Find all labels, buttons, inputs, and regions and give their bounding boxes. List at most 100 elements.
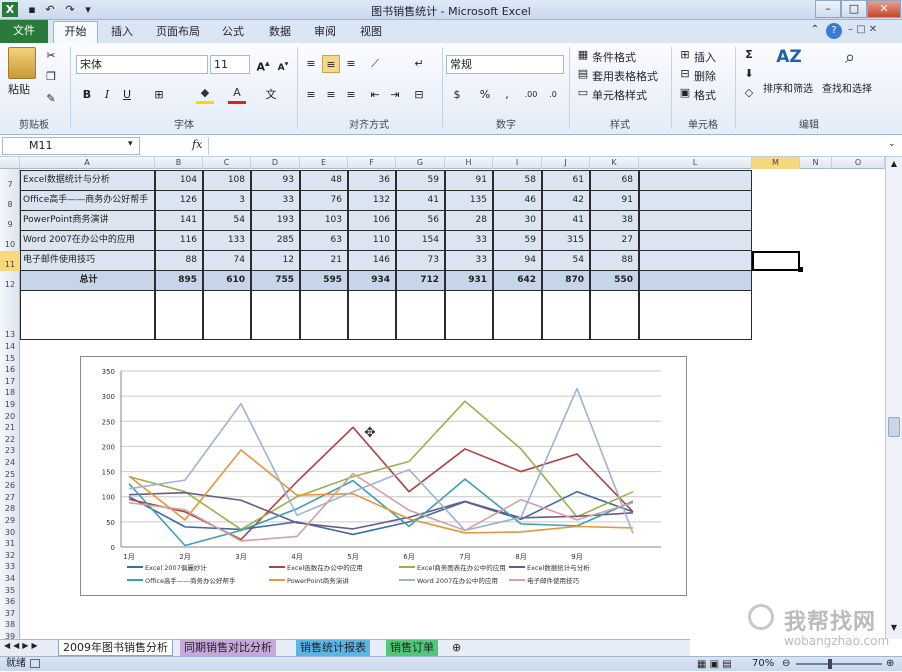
column-header-f[interactable]: F — [348, 157, 396, 169]
total-value-cell[interactable]: 712 — [396, 270, 445, 291]
book-name-cell[interactable]: Word 2007在办公中的应用 — [20, 230, 155, 251]
empty-cell[interactable] — [251, 290, 300, 340]
format-painter-icon[interactable]: ✎ — [42, 90, 60, 108]
decrease-decimal-icon[interactable]: .0 — [544, 86, 562, 104]
number-format-combo[interactable]: 常规 — [446, 55, 564, 74]
table-format-button[interactable]: 套用表格格式 — [592, 68, 658, 84]
row-header[interactable]: 25 — [0, 469, 20, 481]
sales-value-cell[interactable]: 154 — [396, 230, 445, 251]
copy-icon[interactable]: ❐ — [42, 68, 60, 86]
sales-value-cell[interactable]: 58 — [493, 170, 542, 191]
comma-style-icon[interactable]: , — [498, 86, 516, 104]
book-name-cell[interactable]: Excel数据统计与分析 — [20, 170, 155, 191]
workbook-window-controls[interactable]: – □ ✕ — [848, 24, 877, 35]
phonetic-icon[interactable]: 文 — [262, 86, 280, 104]
scroll-thumb[interactable] — [888, 417, 900, 437]
minimize-button[interactable]: – — [815, 0, 841, 18]
minimize-ribbon-icon[interactable]: ⌃ — [807, 24, 823, 38]
row-header[interactable]: 26 — [0, 480, 20, 492]
tab-file[interactable]: 文件 — [0, 20, 48, 43]
scroll-up-icon[interactable]: ▲ — [888, 159, 900, 171]
clear-icon[interactable]: ◇ — [740, 84, 758, 102]
column-header-b[interactable]: B — [155, 157, 203, 169]
percent-style-icon[interactable]: % — [476, 86, 494, 104]
sales-value-cell[interactable]: 46 — [493, 190, 542, 211]
tab-review[interactable]: 审阅 — [310, 23, 340, 43]
accounting-format-icon[interactable]: $ — [448, 86, 466, 104]
align-right-icon[interactable]: ≡ — [342, 86, 360, 104]
vertical-scrollbar[interactable]: ▲ ▼ — [885, 157, 902, 639]
line-chart[interactable]: 0 50 100 150 200 250 300 350 1月 2月 3月 4月 5月 6月 7月 8月 9月 E… — [80, 356, 687, 596]
row-header[interactable]: 32 — [0, 550, 20, 562]
column-header-l[interactable]: L — [639, 157, 752, 169]
sales-value-cell[interactable]: 285 — [251, 230, 300, 251]
sales-value-cell[interactable]: 88 — [590, 250, 639, 271]
sales-value-cell[interactable]: 21 — [300, 250, 348, 271]
sheet-tab-sales-orders[interactable]: 销售订单 — [386, 640, 438, 656]
view-buttons-icon[interactable]: ▦ ▣ ▤ — [697, 658, 732, 672]
column-header-e[interactable]: E — [300, 157, 348, 169]
column-header-c[interactable]: C — [203, 157, 251, 169]
sales-value-cell[interactable]: 132 — [348, 190, 396, 211]
decrease-indent-icon[interactable]: ⇤ — [366, 86, 384, 104]
sales-value-cell[interactable]: 41 — [542, 210, 590, 231]
sales-value-cell[interactable]: 3 — [203, 190, 251, 211]
shrink-font-icon[interactable]: A▾ — [274, 55, 292, 73]
sales-value-cell[interactable]: 33 — [251, 190, 300, 211]
sales-value-cell[interactable]: 108 — [203, 170, 251, 191]
book-name-cell[interactable]: Office高手——商务办公好帮手 — [20, 190, 155, 211]
row-header[interactable]: 29 — [0, 515, 20, 527]
sales-value-cell[interactable]: 61 — [542, 170, 590, 191]
empty-cell[interactable] — [639, 250, 752, 271]
row-header[interactable]: 15 — [0, 353, 20, 365]
sales-value-cell[interactable]: 48 — [300, 170, 348, 191]
macro-record-icon[interactable] — [30, 659, 40, 668]
sales-value-cell[interactable]: 42 — [542, 190, 590, 211]
align-top-icon[interactable]: ≡ — [302, 55, 320, 73]
sales-value-cell[interactable]: 30 — [493, 210, 542, 231]
row-header[interactable]: 14 — [0, 341, 20, 353]
maximize-button[interactable]: □ — [841, 0, 867, 18]
row-header[interactable]: 9 — [0, 211, 20, 231]
column-header-h[interactable]: H — [445, 157, 493, 169]
sales-value-cell[interactable]: 27 — [590, 230, 639, 251]
sales-value-cell[interactable]: 193 — [251, 210, 300, 231]
sales-value-cell[interactable]: 116 — [155, 230, 203, 251]
sales-value-cell[interactable]: 56 — [396, 210, 445, 231]
row-header[interactable]: 21 — [0, 422, 20, 434]
row-header[interactable]: 38 — [0, 619, 20, 631]
row-header[interactable]: 22 — [0, 434, 20, 446]
empty-cell[interactable] — [445, 290, 493, 340]
zoom-slider-thumb[interactable] — [828, 659, 832, 669]
book-name-cell[interactable]: 电子邮件使用技巧 — [20, 250, 155, 271]
fill-handle[interactable] — [798, 267, 803, 272]
formula-input[interactable] — [208, 137, 878, 155]
sales-value-cell[interactable]: 36 — [348, 170, 396, 191]
font-size-combo[interactable]: 11 — [210, 55, 250, 74]
sales-value-cell[interactable]: 110 — [348, 230, 396, 251]
tab-insert[interactable]: 插入 — [108, 23, 136, 43]
column-header-o[interactable]: O — [832, 157, 885, 169]
sales-value-cell[interactable]: 12 — [251, 250, 300, 271]
name-box[interactable]: M11 — [2, 137, 140, 155]
sales-value-cell[interactable]: 88 — [155, 250, 203, 271]
sales-value-cell[interactable]: 68 — [590, 170, 639, 191]
align-middle-icon[interactable]: ≡ — [322, 55, 340, 73]
sales-value-cell[interactable]: 73 — [396, 250, 445, 271]
sheet-nav-arrows-icon[interactable]: ◀◀▶▶ — [4, 641, 41, 650]
find-select-button[interactable]: 查找和选择 — [822, 80, 872, 95]
sales-value-cell[interactable]: 28 — [445, 210, 493, 231]
insert-cells-button[interactable]: 插入 — [694, 49, 716, 65]
row-header[interactable]: 31 — [0, 538, 20, 550]
grow-font-icon[interactable]: A▴ — [254, 55, 272, 74]
orientation-icon[interactable]: ⟋ — [366, 55, 384, 73]
sales-value-cell[interactable]: 126 — [155, 190, 203, 211]
zoom-in-icon[interactable]: ⊕ — [886, 657, 894, 671]
sales-value-cell[interactable]: 59 — [493, 230, 542, 251]
column-header-n[interactable]: N — [800, 157, 832, 169]
increase-decimal-icon[interactable]: .00 — [522, 86, 540, 104]
increase-indent-icon[interactable]: ⇥ — [386, 86, 404, 104]
select-all-corner[interactable] — [0, 157, 20, 169]
total-value-cell[interactable]: 550 — [590, 270, 639, 291]
sort-filter-button[interactable]: 排序和筛选 — [763, 80, 813, 95]
